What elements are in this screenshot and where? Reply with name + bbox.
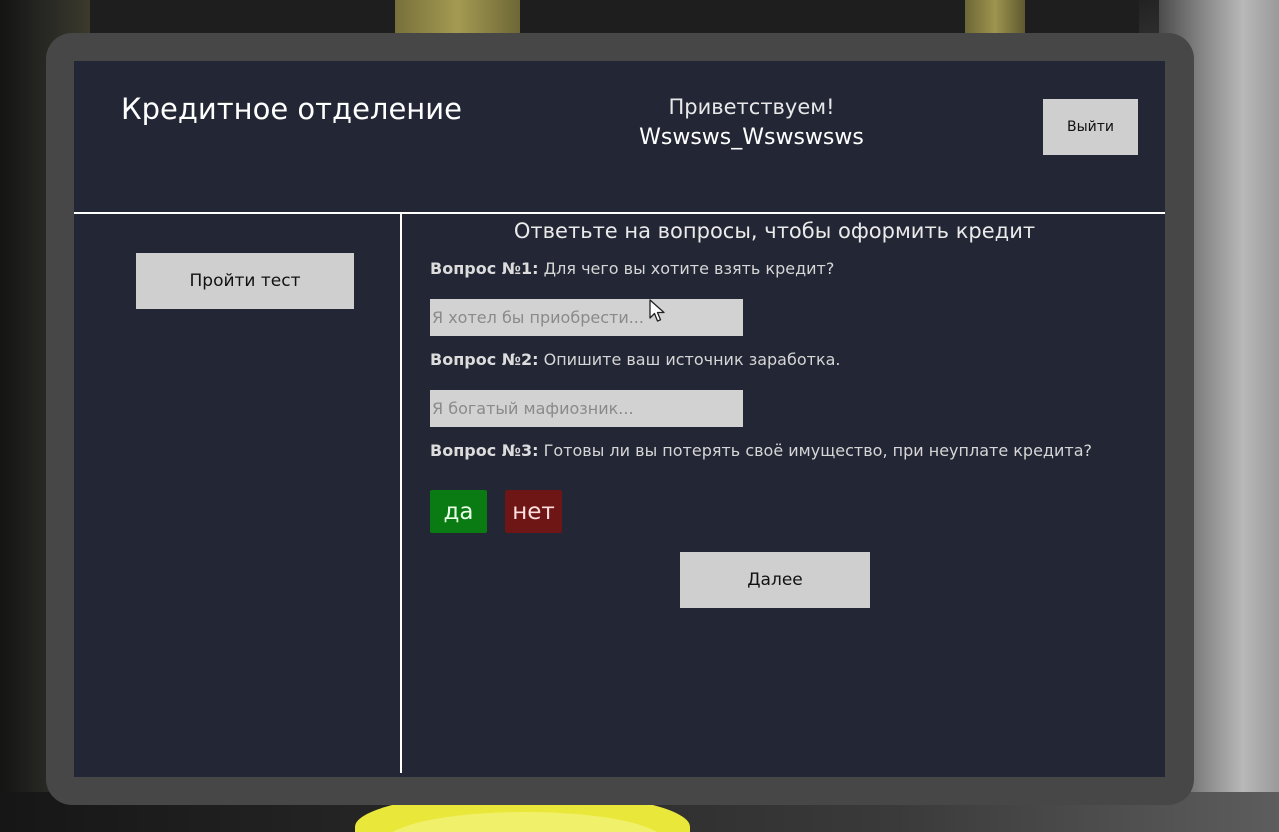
header-divider — [74, 212, 1165, 214]
question-1: Вопрос №1: Для чего вы хотите взять кред… — [430, 259, 834, 278]
greeting-block: Приветствуем! Wswsws_Wswswsws — [609, 95, 894, 150]
sidebar-divider — [400, 214, 402, 773]
page-title: Кредитное отделение — [121, 92, 462, 126]
greeting-text: Приветствуем! — [668, 95, 835, 119]
question-3-prefix: Вопрос №3: — [430, 441, 539, 460]
yes-button[interactable]: да — [430, 490, 487, 533]
question-2-input[interactable] — [430, 390, 743, 427]
username: Wswsws_Wswswsws — [639, 125, 864, 150]
question-2-text: Опишите ваш источник заработка. — [543, 350, 841, 369]
question-1-text: Для чего вы хотите взять кредит? — [543, 259, 835, 278]
question-1-input[interactable] — [430, 299, 743, 336]
question-2: Вопрос №2: Опишите ваш источник заработк… — [430, 350, 841, 369]
take-test-button[interactable]: Пройти тест — [136, 253, 354, 309]
form-title: Ответьте на вопросы, чтобы оформить кред… — [513, 219, 1036, 243]
question-2-prefix: Вопрос №2: — [430, 350, 539, 369]
credit-department-panel: Кредитное отделение Приветствуем! Wswsws… — [74, 61, 1165, 777]
question-1-prefix: Вопрос №1: — [430, 259, 539, 278]
question-3-text: Готовы ли вы потерять своё имущество, пр… — [543, 441, 1092, 460]
no-button[interactable]: нет — [505, 490, 562, 533]
question-3: Вопрос №3: Готовы ли вы потерять своё им… — [430, 441, 1092, 460]
mouse-cursor-icon — [649, 299, 665, 322]
next-button[interactable]: Далее — [680, 552, 870, 608]
logout-button[interactable]: Выйти — [1043, 99, 1138, 155]
